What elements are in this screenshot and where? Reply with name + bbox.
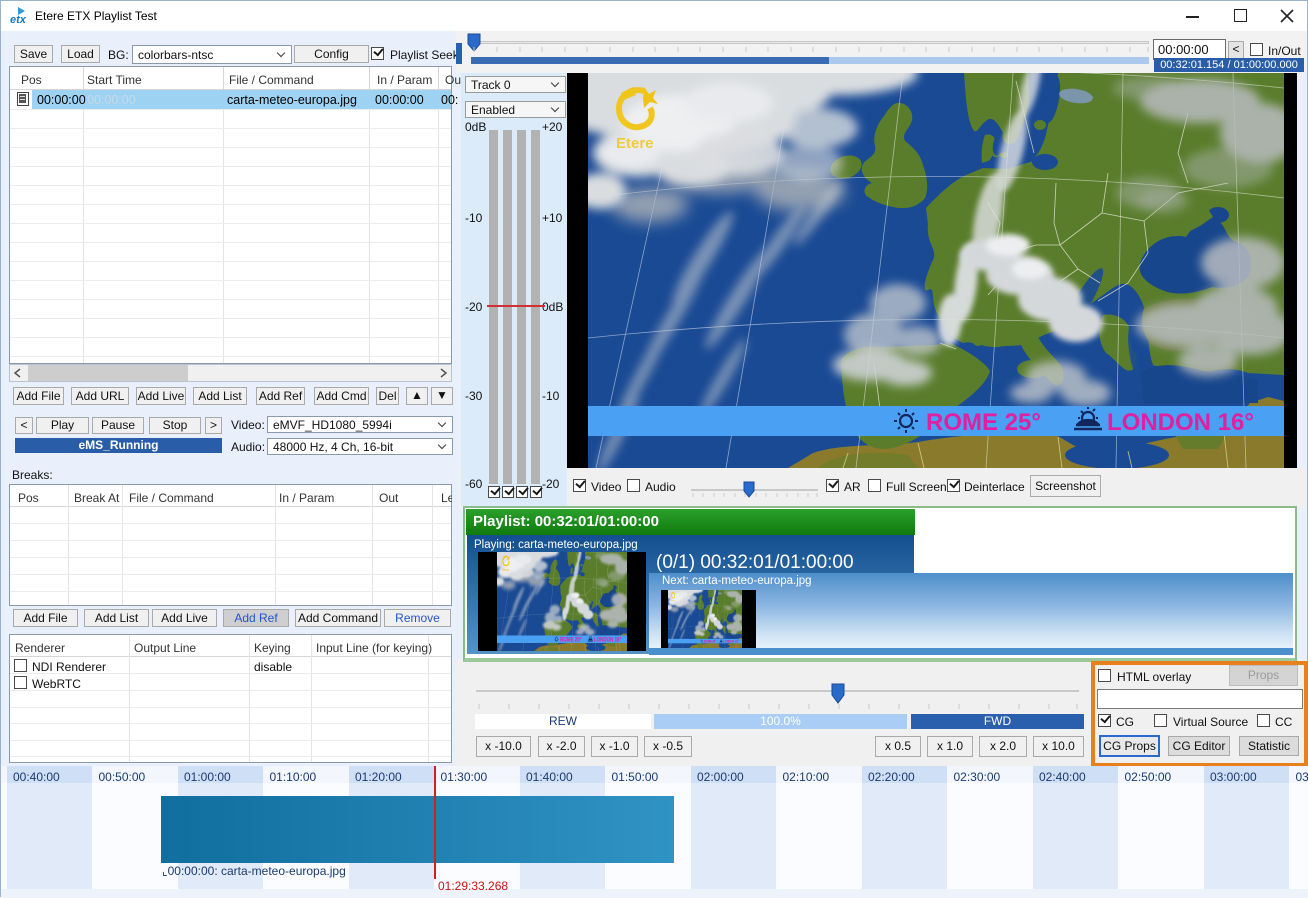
svg-text:etx: etx <box>10 14 27 26</box>
